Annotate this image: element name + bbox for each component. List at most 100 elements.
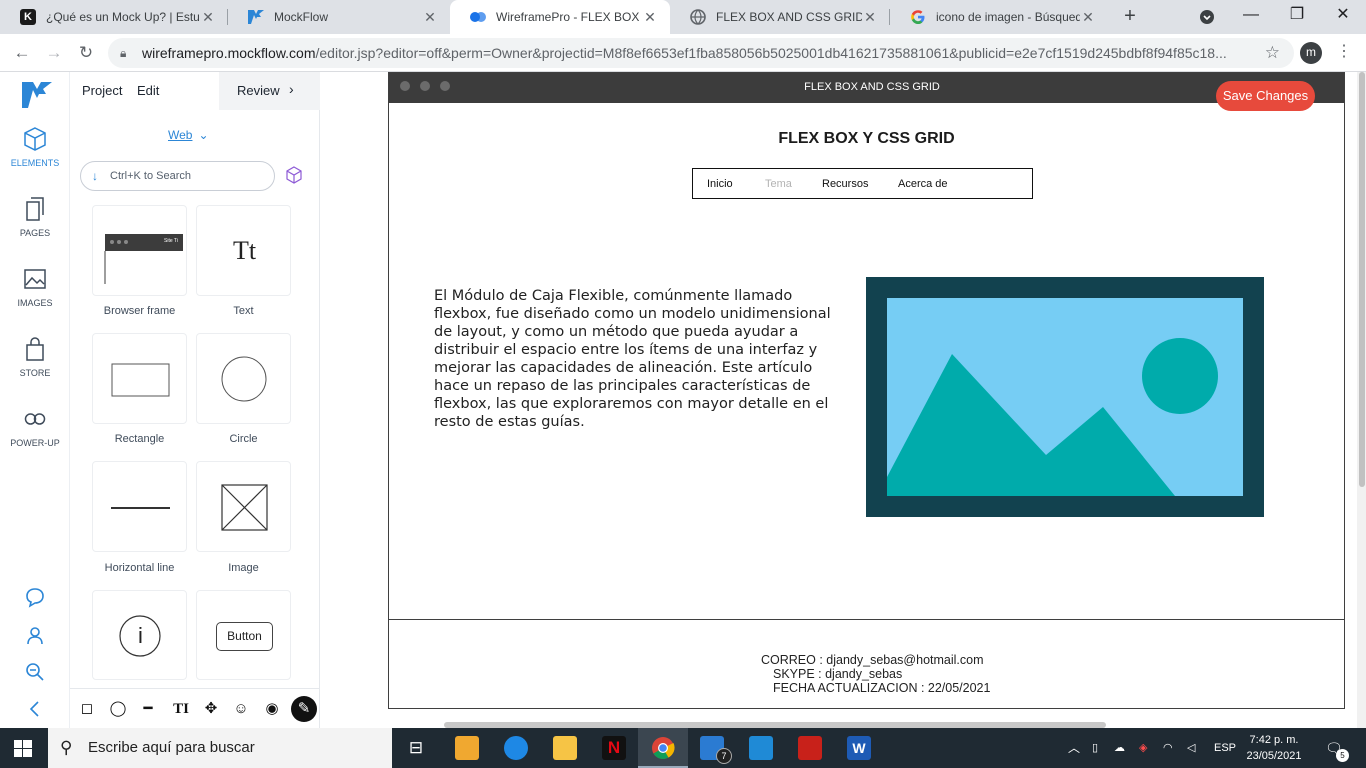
menu-edit[interactable]: Edit — [137, 83, 159, 98]
element-image[interactable] — [196, 461, 291, 552]
address-bar[interactable]: 🔒︎ wireframepro.mockflow.com/editor.jsp?… — [108, 38, 1294, 68]
element-horizontal-line[interactable] — [92, 461, 187, 552]
language-indicator[interactable]: ESP — [1214, 728, 1236, 768]
element-search-input[interactable]: ↓ Ctrl+K to Search — [80, 161, 275, 191]
element-label: Horizontal line — [104, 562, 175, 574]
browser-menu-icon[interactable]: ⋮ — [1336, 41, 1352, 61]
browser-tab-mockup[interactable]: K ¿Qué es un Mock Up? | Estudi ✕ — [0, 0, 228, 34]
text-tool-icon[interactable]: TI — [171, 699, 191, 719]
browser-tab-google[interactable]: icono de imagen - Búsqueda ✕ — [890, 0, 1108, 34]
tray-network-icon[interactable]: ◠ — [1163, 728, 1173, 768]
landscape-icon — [887, 298, 1243, 496]
edge-icon[interactable] — [504, 736, 528, 760]
rail-pages[interactable]: PAGES — [0, 196, 70, 238]
windows-start-icon[interactable] — [14, 740, 32, 762]
back-icon[interactable]: ← — [9, 40, 35, 66]
rail-store[interactable]: STORE — [0, 336, 70, 378]
close-tab-icon[interactable]: ✕ — [200, 9, 216, 26]
notifications-icon[interactable]: 🗨︎ — [1325, 728, 1343, 768]
k-icon: K — [20, 9, 36, 25]
menu-review[interactable]: Review › — [219, 72, 320, 110]
netflix-icon[interactable]: N — [602, 736, 626, 760]
minimize-icon[interactable]: — — [1228, 0, 1274, 34]
close-tab-icon[interactable]: ✕ — [862, 9, 878, 26]
browser-tab-wireframepro[interactable]: WireframePro - FLEX BOX Y C ✕ — [450, 0, 670, 34]
close-window-icon[interactable]: ✕ — [1320, 0, 1366, 34]
profile-avatar[interactable]: m — [1300, 42, 1322, 64]
acrobat-icon[interactable] — [798, 736, 822, 760]
line-thumb — [111, 507, 170, 509]
save-changes-button[interactable]: Save Changes — [1216, 81, 1315, 111]
menu-project[interactable]: Project — [82, 83, 122, 98]
rail-powerup[interactable]: POWER-UP — [0, 406, 70, 448]
nav-item-recursos[interactable]: Recursos — [822, 178, 868, 190]
store-icon[interactable] — [455, 736, 479, 760]
footer-divider — [389, 619, 1344, 620]
clock-time: 7:42 p. m. — [1249, 734, 1299, 746]
elements-panel: Project Edit Review › Web ⌄ ↓ Ctrl+K to S… — [70, 72, 320, 728]
collapse-chevron-icon[interactable] — [24, 698, 46, 720]
browser-tab-mockflow[interactable]: MockFlow ✕ — [228, 0, 450, 34]
brush-tool-icon[interactable]: ✎ — [291, 696, 317, 722]
vscode-icon[interactable] — [749, 736, 773, 760]
emoji-tool-icon[interactable]: ☺ — [231, 699, 251, 719]
task-view-icon[interactable]: ⊟ — [404, 736, 428, 760]
rail-elements[interactable]: ELEMENTS — [0, 126, 70, 168]
wireframe-nav[interactable]: Inicio Tema Recursos Acerca de — [692, 168, 1033, 199]
zoom-icon[interactable] — [24, 661, 46, 683]
maximize-icon[interactable]: ❐ — [1274, 0, 1320, 34]
element-browser-frame[interactable]: Site Ti — [92, 205, 187, 296]
browser-frame-wireframe[interactable]: FLEX BOX AND CSS GRID FLEX BOX Y CSS GRI… — [388, 72, 1345, 709]
browser-toolbar: ← → ↻ 🔒︎ wireframepro.mockflow.com/edito… — [0, 34, 1366, 72]
circle-tool-icon[interactable]: ◯ — [108, 699, 128, 719]
team-icon[interactable] — [24, 625, 46, 647]
forward-icon[interactable]: → — [41, 40, 67, 66]
platform-dropdown[interactable]: Web ⌄ — [168, 128, 209, 142]
word-icon[interactable]: W — [847, 736, 871, 760]
tray-cloud-icon[interactable]: ☁ — [1114, 728, 1125, 768]
tray-chevron-icon[interactable]: ︿ — [1068, 728, 1080, 768]
element-rectangle[interactable] — [92, 333, 187, 424]
tray-antivirus-icon[interactable]: ◈ — [1139, 728, 1147, 768]
footer-correo: CORREO : djandy_sebas@hotmail.com — [761, 653, 984, 667]
cube-outline-icon[interactable] — [285, 166, 303, 184]
taskbar-search[interactable]: ⚲ Escribe aquí para buscar — [48, 728, 392, 768]
element-circle[interactable] — [196, 333, 291, 424]
chat-icon[interactable] — [24, 586, 46, 608]
nav-item-acerca[interactable]: Acerca de — [898, 178, 948, 190]
tray-device-icon[interactable]: ▯ — [1092, 728, 1098, 768]
element-label: Text — [233, 305, 254, 317]
vertical-scrollbar[interactable] — [1359, 72, 1365, 487]
arrow-down-icon: ↓ — [92, 169, 98, 183]
target-tool-icon[interactable]: ◉ — [262, 699, 282, 719]
editor-canvas: FLEX BOX AND CSS GRID FLEX BOX Y CSS GRI… — [320, 72, 1366, 728]
element-info[interactable]: i — [92, 590, 187, 680]
bookmark-star-icon[interactable]: ☆ — [1265, 38, 1280, 68]
browser-tab-flexbox[interactable]: FLEX BOX AND CSS GRID ✕ — [670, 0, 890, 34]
close-tab-icon[interactable]: ✕ — [1080, 9, 1096, 26]
move-tool-icon[interactable]: ✥ — [201, 699, 221, 719]
element-label: Browser frame — [103, 305, 176, 317]
close-tab-icon[interactable]: ✕ — [642, 9, 658, 26]
wireframe-paragraph[interactable]: El Módulo de Caja Flexible, comúnmente l… — [434, 287, 844, 431]
rail-images[interactable]: IMAGES — [0, 266, 70, 308]
close-tab-icon[interactable]: ✕ — [422, 9, 438, 26]
wireframe-landscape-image[interactable] — [866, 277, 1264, 517]
tab-search-icon[interactable] — [1184, 0, 1230, 34]
element-button[interactable]: Button — [196, 590, 291, 680]
nav-item-tema[interactable]: Tema — [765, 178, 792, 190]
nav-item-inicio[interactable]: Inicio — [707, 178, 733, 190]
mockflow-logo[interactable] — [22, 82, 52, 108]
new-tab-icon[interactable]: + — [1118, 5, 1142, 29]
info-icon: i — [138, 623, 143, 648]
tray-volume-icon[interactable]: ◁ — [1187, 728, 1195, 768]
chrome-taskbar-button[interactable] — [638, 728, 688, 768]
wireframe-page-title[interactable]: FLEX BOX Y CSS GRID — [389, 130, 1344, 148]
reload-icon[interactable]: ↻ — [73, 40, 99, 66]
file-explorer-icon[interactable] — [553, 736, 577, 760]
shape-toolbar: ◻ ◯ ━ TI ✥ ☺ ◉ ✎ — [70, 688, 320, 728]
line-tool-icon[interactable]: ━ — [138, 699, 158, 719]
element-text[interactable]: Tt — [196, 205, 291, 296]
square-tool-icon[interactable]: ◻ — [77, 699, 97, 719]
taskbar-clock[interactable]: 7:42 p. m. 23/05/2021 — [1244, 732, 1304, 764]
